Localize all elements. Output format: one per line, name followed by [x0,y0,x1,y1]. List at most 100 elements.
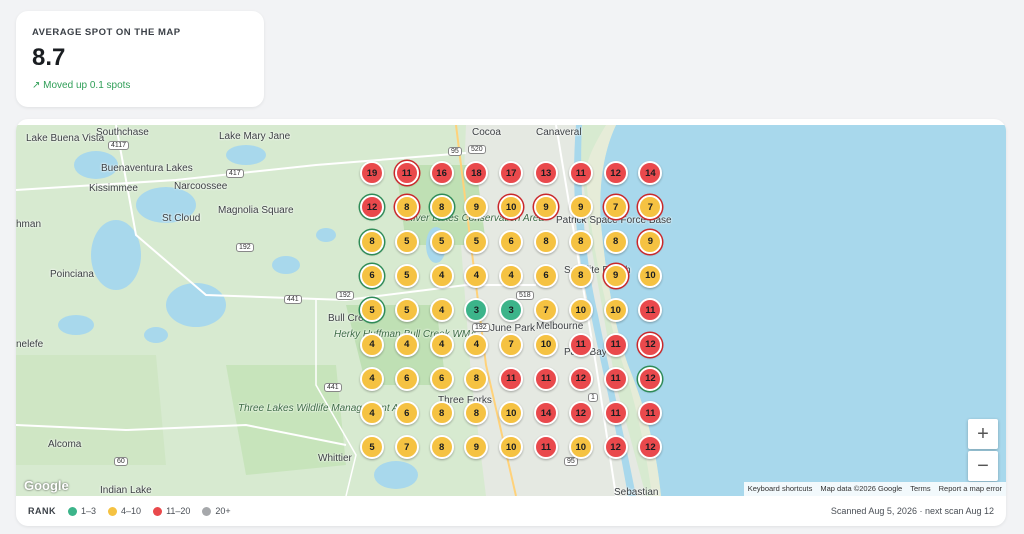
stat-label: AVERAGE SPOT ON THE MAP [32,27,181,38]
rank-pin[interactable]: 8 [429,195,454,220]
rank-pin[interactable]: 17 [499,161,524,185]
road-shield: 192 [336,291,354,300]
legend-label: 4–10 [121,506,142,516]
place-label: Magnolia Square [218,205,294,216]
rank-pin[interactable]: 11 [603,366,628,391]
rank-pin[interactable]: 6 [394,366,419,391]
rank-pin[interactable]: 7 [534,298,558,323]
rank-pin[interactable]: 5 [360,298,384,323]
rank-pin[interactable]: 6 [394,401,419,426]
place-label: Whittier [318,453,352,464]
zoom-in-button[interactable]: + [968,419,998,449]
rank-pin[interactable]: 4 [464,332,489,357]
road-shield: 441 [324,383,342,392]
place-label: Kissimmee [89,183,138,194]
rank-pin[interactable]: 4 [429,263,454,288]
rank-pin[interactable]: 8 [603,229,628,254]
rank-pin[interactable]: 6 [360,263,384,288]
rank-pin[interactable]: 11 [603,332,628,357]
rank-pin[interactable]: 6 [499,229,524,254]
rank-pin[interactable]: 4 [360,366,384,391]
road-shield: 192 [472,323,490,332]
rank-pin[interactable]: 8 [568,263,593,288]
rank-pin[interactable]: 10 [568,298,593,323]
rank-pin[interactable]: 9 [638,229,663,254]
rank-pin[interactable]: 7 [603,195,628,220]
legend-item-1-3: 1–3 [68,506,96,516]
road-shield: 1 [588,393,598,402]
rank-pin[interactable]: 19 [360,161,384,185]
scan-status: Scanned Aug 5, 2026 · next scan Aug 12 [830,506,994,516]
place-label: St Cloud [162,213,201,224]
rank-pin[interactable]: 8 [360,229,384,254]
place-label: Buenaventura Lakes [101,163,193,174]
rank-pin[interactable]: 12 [638,332,663,357]
rank-pin[interactable]: 11 [534,366,558,391]
place-label: hman [16,219,42,230]
google-logo: Google [24,478,69,493]
rank-pin[interactable]: 4 [499,263,524,288]
place-label: Narcoossee [174,181,228,192]
legend-label: 11–20 [166,506,191,516]
rank-pin[interactable]: 9 [568,195,593,220]
keyboard-shortcuts-link[interactable]: Keyboard shortcuts [744,482,817,496]
road-shield: 60 [114,457,128,466]
zoom-out-button[interactable]: − [968,451,998,481]
rank-pin[interactable]: 11 [499,366,524,391]
rank-pin[interactable]: 4 [429,298,454,323]
rank-pin[interactable]: 8 [394,195,419,220]
place-label: Canaveral [536,127,582,138]
rank-pin[interactable]: 16 [429,161,454,185]
road-shield: 518 [516,291,534,300]
legend-dot [68,506,77,516]
legend-item-20-plus: 20+ [202,506,231,516]
rank-pin[interactable]: 12 [568,366,593,391]
place-label: Poinciana [50,269,94,280]
terms-link[interactable]: Terms [906,482,934,496]
rank-pin[interactable]: 10 [603,298,628,323]
road-shield: 192 [236,243,254,252]
road-shield: 520 [468,145,486,154]
rank-pin[interactable]: 12 [603,161,628,185]
rank-pin[interactable]: 8 [534,229,558,254]
road-shield: 441 [284,295,302,304]
rank-pin[interactable]: 4 [360,401,384,426]
rank-pin[interactable]: 7 [499,332,524,357]
rank-pin[interactable]: 13 [534,161,558,185]
map-card: Lake Buena Vista Southchase Lake Mary Ja… [16,119,1006,526]
rank-pin[interactable]: 11 [603,401,628,426]
rank-pin[interactable]: 4 [394,332,419,357]
rank-pin[interactable]: 5 [394,229,419,254]
rank-pin[interactable]: 6 [534,263,558,288]
legend-item-4-10: 4–10 [108,506,141,516]
rank-pin[interactable]: 9 [603,263,628,288]
rank-pin[interactable]: 11 [568,161,593,185]
rank-pin[interactable]: 5 [394,263,419,288]
rank-pin[interactable]: 5 [429,229,454,254]
stat-delta: ↗ Moved up 0.1 spots [32,80,131,91]
rank-pin[interactable]: 6 [429,366,454,391]
road-shield: 95 [564,457,578,466]
rank-pin[interactable]: 11 [394,161,419,185]
rank-pin[interactable]: 4 [360,332,384,357]
average-spot-card: AVERAGE SPOT ON THE MAP 8.7 ↗ Moved up 0… [16,11,264,107]
road-shield: 417 [226,169,244,178]
map[interactable]: Lake Buena Vista Southchase Lake Mary Ja… [16,125,1006,496]
rank-pin[interactable]: 5 [394,298,419,323]
map-data-text: Map data ©2026 Google [820,484,903,493]
rank-pin[interactable]: 12 [603,435,628,460]
rank-legend: RANK 1–3 4–10 11–20 20+ Scanned Aug 5, 2… [16,496,1006,526]
rank-pin[interactable]: 10 [534,332,558,357]
place-label: Alcoma [48,439,82,450]
rank-pin[interactable]: 8 [568,229,593,254]
rank-pin[interactable]: 11 [568,332,593,357]
rank-pin[interactable]: 5 [464,229,489,254]
legend-label: 20+ [215,506,231,516]
rank-pin[interactable]: 8 [429,435,454,460]
rank-pin[interactable]: 12 [568,401,593,426]
report-map-error-link[interactable]: Report a map error [935,482,1006,496]
rank-pin[interactable]: 14 [534,401,558,426]
rank-pin[interactable]: 8 [429,401,454,426]
rank-pin[interactable]: 4 [429,332,454,357]
place-label: Three Lakes Wildlife Management Area [238,403,414,414]
